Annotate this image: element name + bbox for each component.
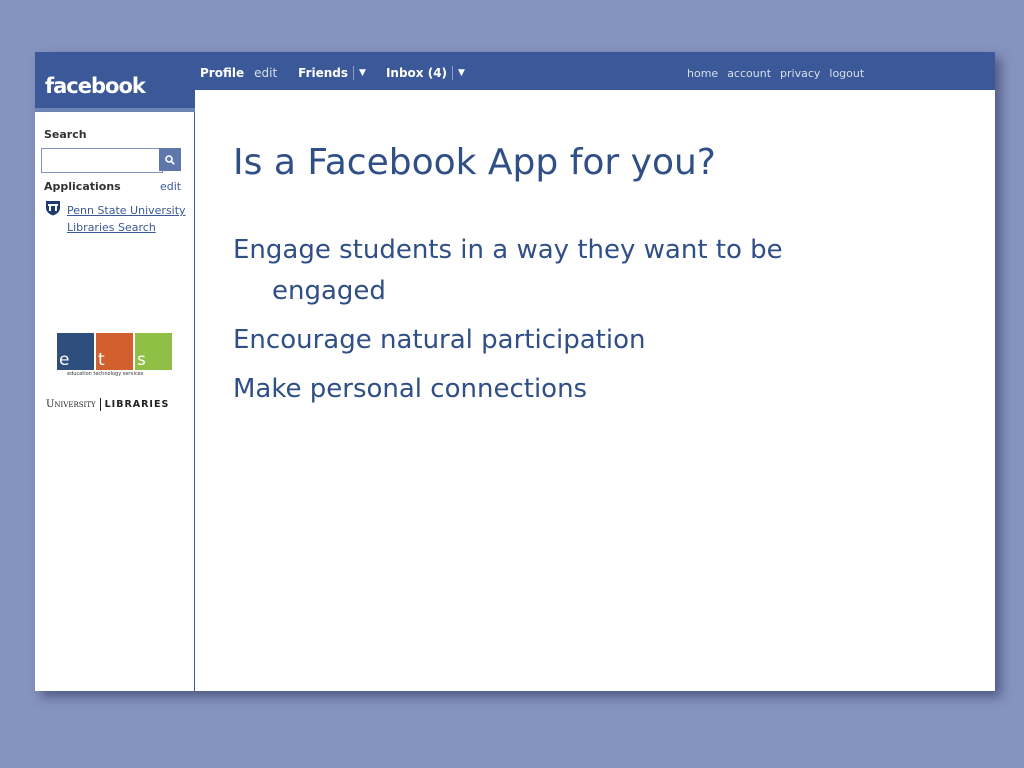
slide-bullets: Engage students in a way they want to be… [233,230,833,418]
facebook-window: Profile edit Friends ▼ Inbox (4) ▼ home … [35,52,995,691]
ets-square-t: t [96,333,133,370]
ets-square-e: e [57,333,94,370]
logout-link[interactable]: logout [829,67,864,80]
search-icon [165,154,175,165]
university-wordmark: University [46,399,96,410]
account-link[interactable]: account [727,67,771,80]
logo-area: facebook [35,52,195,112]
sidebar: Search Applications edit Penn State Univ… [35,112,195,691]
nav-friends-link[interactable]: Friends [298,66,348,80]
bullet-1-line-2: engaged [272,276,386,306]
bullet-1-line-1: Engage students in a way they want to be [233,235,783,265]
nav-inbox-link[interactable]: Inbox (4) [386,66,447,80]
nav-edit-link[interactable]: edit [254,66,277,80]
bullet-engage-students: Engage students in a way they want to be… [233,230,833,312]
inbox-dropdown-arrow-icon[interactable]: ▼ [458,68,465,78]
ets-square-s: s [135,333,172,370]
search-label: Search [44,128,87,141]
account-nav: home account privacy logout [687,67,864,80]
logo-divider [99,398,101,411]
bullet-natural-participation: Encourage natural participation [233,325,646,355]
nav-divider [452,66,454,80]
privacy-link[interactable]: privacy [780,67,820,80]
facebook-logo[interactable]: facebook [45,74,146,98]
friends-dropdown-arrow-icon[interactable]: ▼ [359,68,366,78]
search-input[interactable] [41,148,163,173]
nav-profile-link[interactable]: Profile [200,66,244,80]
main-nav: Profile edit Friends ▼ Inbox (4) ▼ [200,66,465,80]
main-content: Is a Facebook App for you? Engage studen… [196,90,995,691]
libraries-wordmark: LIBRARIES [104,399,170,410]
penn-state-shield-icon [46,201,60,216]
slide-title: Is a Facebook App for you? [233,142,716,183]
search-button[interactable] [159,148,181,171]
ets-caption: education technology services [67,371,144,377]
home-link[interactable]: home [687,67,718,80]
nav-divider [353,66,355,80]
bullet-personal-connections: Make personal connections [233,374,588,404]
university-libraries-logo: University LIBRARIES [46,398,169,411]
applications-edit-link[interactable]: edit [160,180,181,193]
applications-label: Applications [44,180,121,193]
penn-state-libraries-search-link[interactable]: Penn State University Libraries Search [67,202,187,236]
ets-logo: e t s education technology services [57,333,173,379]
